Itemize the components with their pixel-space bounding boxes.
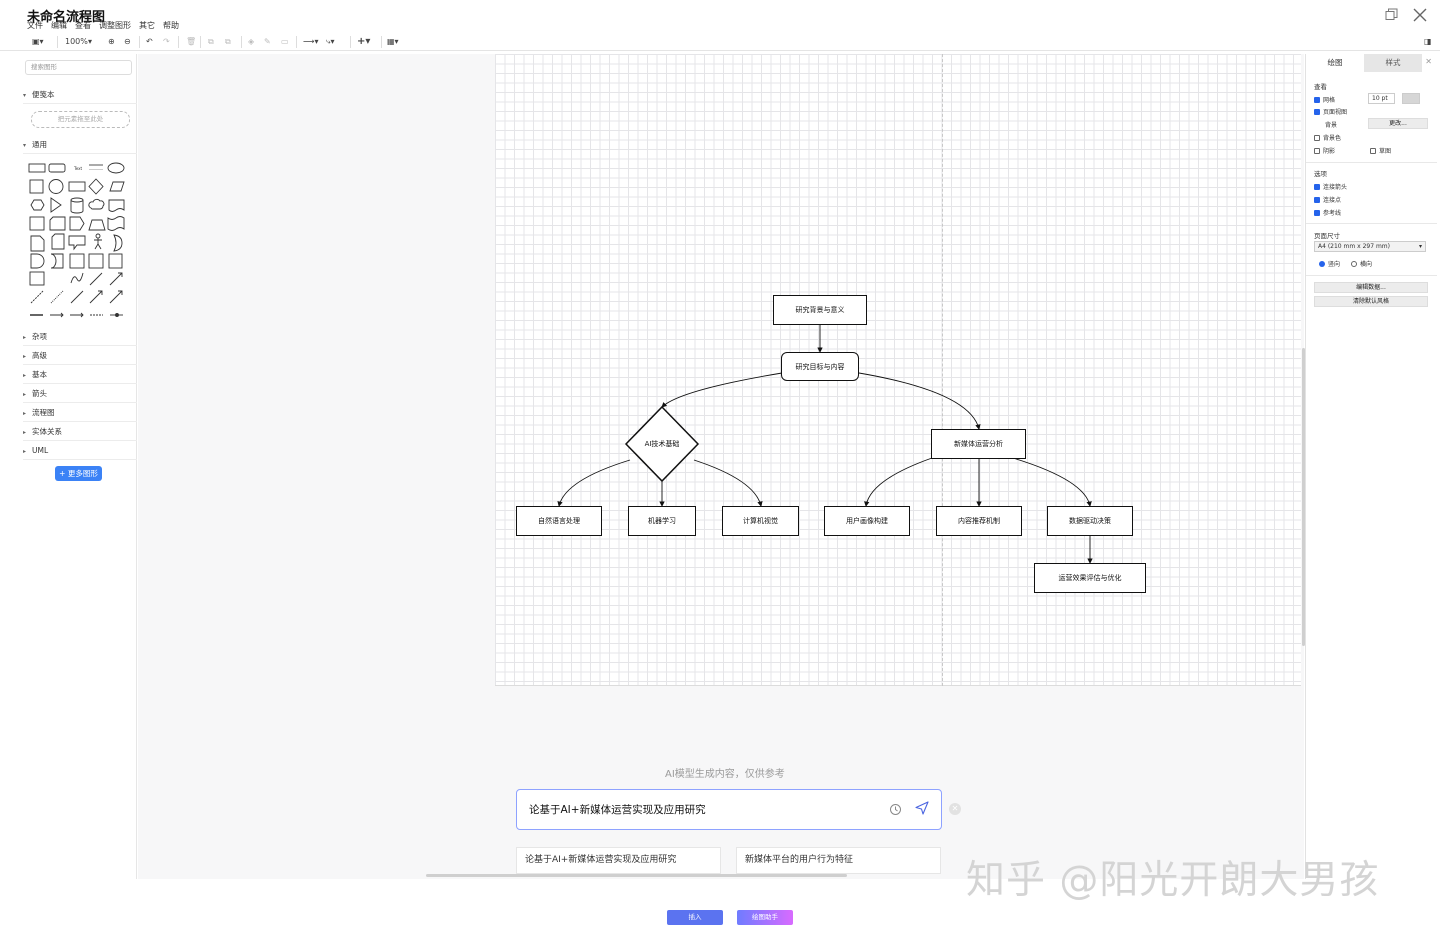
edge-n2-n4 xyxy=(858,372,981,430)
dismiss-icon[interactable]: ✕ xyxy=(949,803,961,815)
checkbox-unchecked-icon[interactable] xyxy=(1370,147,1376,154)
portrait-option[interactable]: 竖向 xyxy=(1319,259,1340,268)
edge-n2-n3 xyxy=(661,372,783,408)
close-icon[interactable]: ✕ xyxy=(1425,57,1432,66)
horizontal-scrollbar[interactable] xyxy=(426,874,847,877)
background-color-option[interactable]: 背景色 xyxy=(1314,133,1341,142)
tab-style[interactable]: 样式 xyxy=(1364,54,1422,72)
app-root: 未命名流程图 文件 编辑 查看 调整图形 其它 帮助 ▣▾ 100% ▾ ⊕ ⊖… xyxy=(0,0,1440,931)
edit-data-button[interactable]: 编辑数据... xyxy=(1314,282,1428,293)
edge-n3-n7 xyxy=(693,459,763,507)
page-view-option[interactable]: 页面视图 xyxy=(1314,107,1347,116)
node-machine-learning[interactable]: 机器学习 xyxy=(628,506,696,536)
watermark: 知乎 @阳光开朗大男孩 xyxy=(966,858,1380,903)
option-label: 参考线 xyxy=(1323,210,1342,217)
checkbox-checked-icon[interactable] xyxy=(1314,196,1320,203)
page-size-heading: 页面尺寸 xyxy=(1314,232,1340,240)
checkbox-checked-icon[interactable] xyxy=(1314,96,1320,103)
page-size-value: A4 (210 mm x 297 mm) xyxy=(1318,243,1390,250)
guides-option[interactable]: 参考线 xyxy=(1314,208,1341,217)
radio-unselected-icon[interactable] xyxy=(1351,260,1357,267)
page-size-select[interactable]: A4 (210 mm x 297 mm) ▾ xyxy=(1314,241,1426,252)
connection-arrows-option[interactable]: 连接箭头 xyxy=(1314,182,1347,191)
panel-divider xyxy=(1306,275,1437,276)
node-data-driven[interactable]: 数据驱动决策 xyxy=(1047,506,1133,536)
node-research-goals[interactable]: 研究目标与内容 xyxy=(781,352,859,381)
checkbox-unchecked-icon[interactable] xyxy=(1314,147,1320,154)
send-icon[interactable] xyxy=(915,801,929,818)
history-icon[interactable] xyxy=(889,803,902,819)
chevron-down-icon: ▾ xyxy=(1418,243,1422,250)
node-evaluation[interactable]: 运营效果评估与优化 xyxy=(1034,563,1146,593)
sketch-option[interactable]: 草图 xyxy=(1370,146,1391,155)
option-label: 连接点 xyxy=(1323,197,1342,204)
background-label: 背景 xyxy=(1325,120,1337,129)
edge-n4-n10 xyxy=(1012,457,1092,507)
shadow-option[interactable]: 阴影 xyxy=(1314,146,1335,155)
panel-divider xyxy=(1306,162,1437,163)
change-background-button[interactable]: 更改... xyxy=(1368,118,1428,129)
option-label: 网格 xyxy=(1323,97,1336,104)
connection-points-option[interactable]: 连接点 xyxy=(1314,195,1341,204)
option-label: 背景 xyxy=(1325,122,1338,129)
option-label: 草图 xyxy=(1379,148,1392,155)
checkbox-checked-icon[interactable] xyxy=(1314,183,1320,190)
panel-divider xyxy=(1306,223,1437,224)
option-label: 横向 xyxy=(1360,261,1373,268)
ai-prompt-input[interactable]: 论基于AI+新媒体运营实现及应用研究 xyxy=(529,802,706,817)
checkbox-unchecked-icon[interactable] xyxy=(1314,134,1320,141)
suggestion-item[interactable]: 新媒体平台的用户行为特征 xyxy=(736,847,941,874)
node-user-profile[interactable]: 用户画像构建 xyxy=(824,506,910,536)
ai-disclaimer: AI模型生成内容，仅供参考 xyxy=(665,769,785,780)
insert-button[interactable]: 插入 xyxy=(667,910,723,925)
option-label: 背景色 xyxy=(1323,135,1342,142)
grid-color-swatch[interactable] xyxy=(1402,93,1420,104)
checkbox-checked-icon[interactable] xyxy=(1314,108,1320,115)
node-new-media-analysis[interactable]: 新媒体运营分析 xyxy=(931,429,1026,459)
grid-size-input[interactable]: 10 pt xyxy=(1368,93,1395,104)
format-tabs: 绘图 样式 xyxy=(1306,54,1437,72)
node-nlp[interactable]: 自然语言处理 xyxy=(516,506,602,536)
edge-n4-n8 xyxy=(864,457,933,507)
option-label: 页面视图 xyxy=(1323,109,1348,116)
radio-selected-icon[interactable] xyxy=(1319,260,1325,267)
format-panel: 绘图 样式 ✕ 查看 网格 10 pt 页面视图 背景 更改... 背景色 阴影… xyxy=(1305,54,1437,879)
ai-prompt-box[interactable]: 论基于AI+新媒体运营实现及应用研究 xyxy=(516,789,942,830)
view-heading: 查看 xyxy=(1314,83,1327,91)
option-label: 竖向 xyxy=(1328,261,1341,268)
options-heading: 选项 xyxy=(1314,170,1327,178)
drawing-assistant-button[interactable]: 绘图助手 xyxy=(737,910,793,925)
grid-option[interactable]: 网格 xyxy=(1314,95,1335,104)
option-label: 连接箭头 xyxy=(1323,184,1348,191)
node-ai-foundation[interactable]: AI技术基础 xyxy=(626,439,698,449)
edge-n3-n5 xyxy=(557,459,631,507)
landscape-option[interactable]: 横向 xyxy=(1351,259,1372,268)
node-research-background[interactable]: 研究背景与意义 xyxy=(773,295,867,325)
checkbox-checked-icon[interactable] xyxy=(1314,209,1320,216)
option-label: 阴影 xyxy=(1323,148,1336,155)
clear-default-style-button[interactable]: 清除默认风格 xyxy=(1314,296,1428,307)
suggestion-item[interactable]: 论基于AI+新媒体运营实现及应用研究 xyxy=(516,847,721,874)
node-content-recommend[interactable]: 内容推荐机制 xyxy=(936,506,1022,536)
tab-diagram[interactable]: 绘图 xyxy=(1306,54,1364,72)
node-computer-vision[interactable]: 计算机视觉 xyxy=(722,506,799,536)
